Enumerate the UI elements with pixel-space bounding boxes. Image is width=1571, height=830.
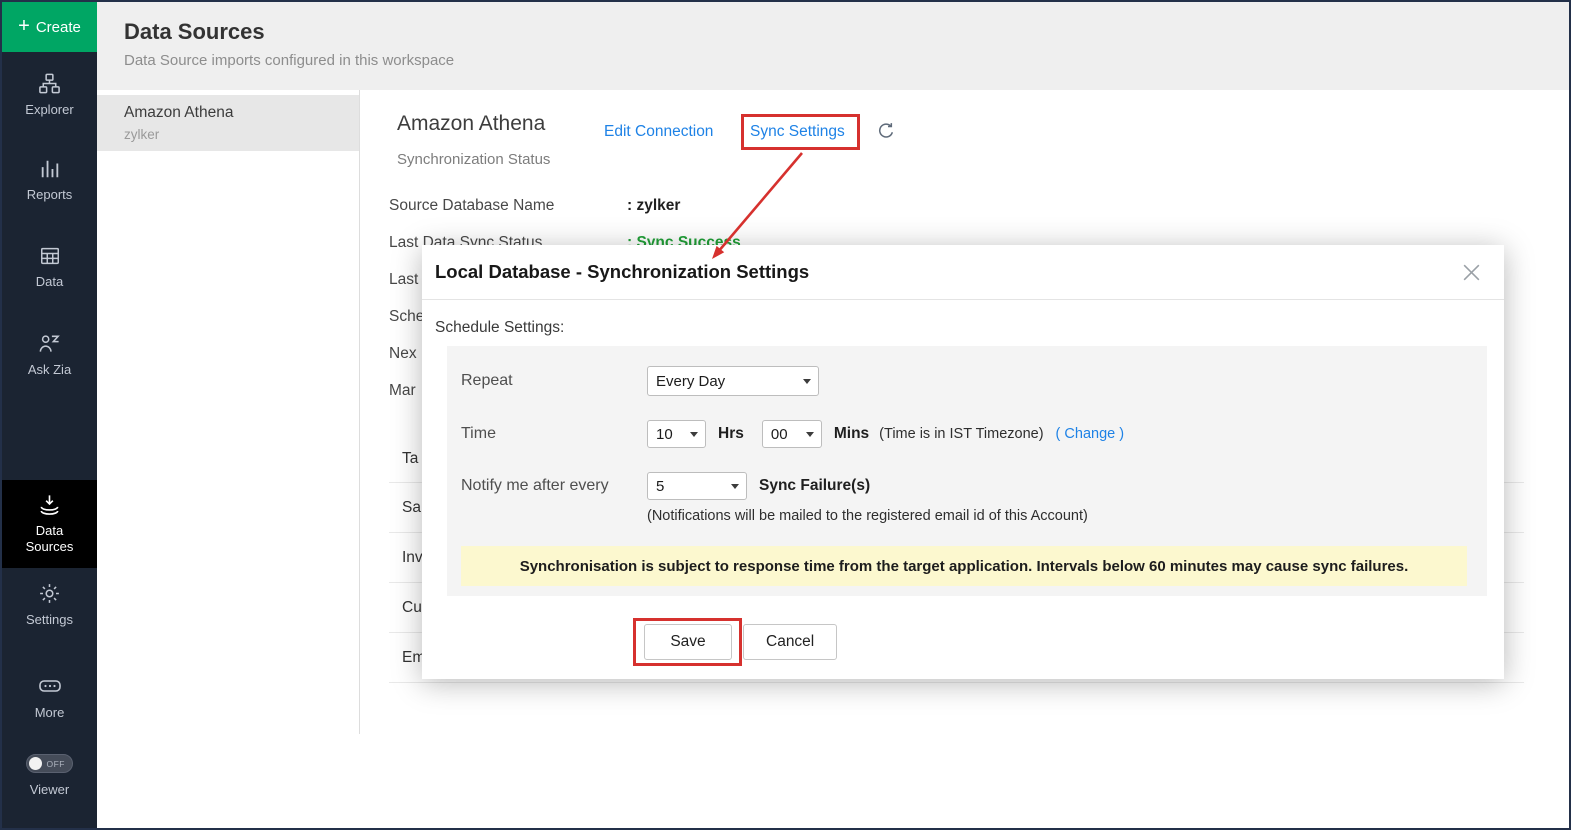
sync-settings-dialog: Local Database - Synchronization Setting… xyxy=(422,245,1504,679)
edit-connection-link[interactable]: Edit Connection xyxy=(604,123,713,141)
create-button[interactable]: + Create xyxy=(2,2,97,52)
dialog-actions: Save Cancel xyxy=(644,624,837,660)
refresh-icon[interactable] xyxy=(876,121,896,146)
sync-settings-link[interactable]: Sync Settings xyxy=(750,123,845,141)
sidebar-item-explorer[interactable]: Explorer xyxy=(2,72,97,118)
sidebar-viewer-section: OFF Viewer xyxy=(2,754,97,798)
schedule-panel: Repeat Every Day Time 10 Hrs xyxy=(447,346,1487,596)
ask-zia-icon xyxy=(38,332,61,355)
repeat-label: Repeat xyxy=(461,372,647,390)
viewer-label: Viewer xyxy=(30,782,70,798)
hours-select[interactable]: 10 xyxy=(647,420,706,448)
change-timezone-link[interactable]: ( Change ) xyxy=(1056,426,1125,442)
more-ellipsis-icon xyxy=(38,674,62,698)
repeat-select[interactable]: Every Day xyxy=(647,366,819,396)
hrs-unit-label: Hrs xyxy=(718,425,744,443)
sidebar-item-data-sources[interactable]: Data Sources xyxy=(2,480,97,568)
app-window: + Create Explorer Reports Data Ask xyxy=(0,0,1571,830)
sidebar: + Create Explorer Reports Data Ask xyxy=(2,2,97,828)
plus-icon: + xyxy=(18,16,30,36)
time-label: Time xyxy=(461,425,647,443)
field-row: Source Database Name : zylker xyxy=(389,197,680,217)
page-title: Data Sources xyxy=(124,19,1569,45)
sidebar-item-reports[interactable]: Reports xyxy=(2,158,97,203)
explorer-icon xyxy=(38,72,61,95)
sync-failures-unit-label: Sync Failure(s) xyxy=(759,477,870,495)
table-row-label: Inv xyxy=(402,549,423,567)
sidebar-item-label: Settings xyxy=(26,612,73,628)
sidebar-item-label: Ask Zia xyxy=(28,362,71,378)
data-table-icon xyxy=(39,245,61,267)
sidebar-item-label: More xyxy=(35,705,65,721)
source-list-item[interactable]: Amazon Athena zylker xyxy=(97,95,359,151)
viewer-toggle[interactable]: OFF xyxy=(26,754,73,773)
create-button-label: Create xyxy=(36,19,81,36)
schedule-settings-label: Schedule Settings: xyxy=(435,319,564,337)
sync-failures-select[interactable]: 5 xyxy=(647,472,747,500)
table-row-label: Cu xyxy=(402,599,422,617)
notification-note: (Notifications will be mailed to the reg… xyxy=(647,508,1088,524)
sidebar-item-ask-zia[interactable]: Ask Zia xyxy=(2,332,97,378)
sidebar-item-more[interactable]: More xyxy=(2,674,97,721)
sidebar-item-label: Data xyxy=(36,274,63,290)
sidebar-item-settings[interactable]: Settings xyxy=(2,582,97,628)
notify-label: Notify me after every xyxy=(461,477,647,495)
reports-icon xyxy=(39,158,61,180)
field-value: : zylker xyxy=(627,197,680,217)
minutes-select[interactable]: 00 xyxy=(762,420,822,448)
sidebar-item-data[interactable]: Data xyxy=(2,245,97,290)
dialog-header: Local Database - Synchronization Setting… xyxy=(422,245,1504,300)
field-label: Source Database Name xyxy=(389,197,627,217)
tables-section-header: Ta xyxy=(402,450,418,468)
data-sources-icon xyxy=(38,493,61,516)
sidebar-item-label: Explorer xyxy=(25,102,73,118)
sidebar-item-label: Reports xyxy=(27,187,73,203)
source-workspace: zylker xyxy=(124,127,359,142)
source-name: Amazon Athena xyxy=(124,104,359,122)
timezone-note: (Time is in IST Timezone) xyxy=(879,426,1043,442)
save-button[interactable]: Save xyxy=(644,624,732,660)
cancel-button[interactable]: Cancel xyxy=(743,624,837,660)
toggle-state-label: OFF xyxy=(47,759,66,769)
table-row-label: Sa xyxy=(402,499,421,517)
sync-status-subtitle: Synchronization Status xyxy=(397,151,550,168)
gear-icon xyxy=(38,582,61,605)
dialog-title: Local Database - Synchronization Setting… xyxy=(435,261,809,283)
page-subtitle: Data Source imports configured in this w… xyxy=(124,52,1569,69)
close-icon[interactable] xyxy=(1461,262,1482,283)
source-list-panel: Amazon Athena zylker xyxy=(97,90,359,828)
repeat-row: Repeat Every Day xyxy=(461,364,1467,398)
toggle-knob xyxy=(29,757,42,770)
notify-row: Notify me after every 5 Sync Failure(s) xyxy=(461,470,1467,502)
sync-warning-banner: Synchronisation is subject to response t… xyxy=(461,546,1467,586)
page-header: Data Sources Data Source imports configu… xyxy=(97,2,1569,90)
mins-unit-label: Mins xyxy=(834,425,869,443)
detail-title: Amazon Athena xyxy=(397,112,545,136)
time-row: Time 10 Hrs 00 Mins (Time is in IST Time… xyxy=(461,418,1467,450)
sidebar-item-label: Data Sources xyxy=(14,523,86,556)
